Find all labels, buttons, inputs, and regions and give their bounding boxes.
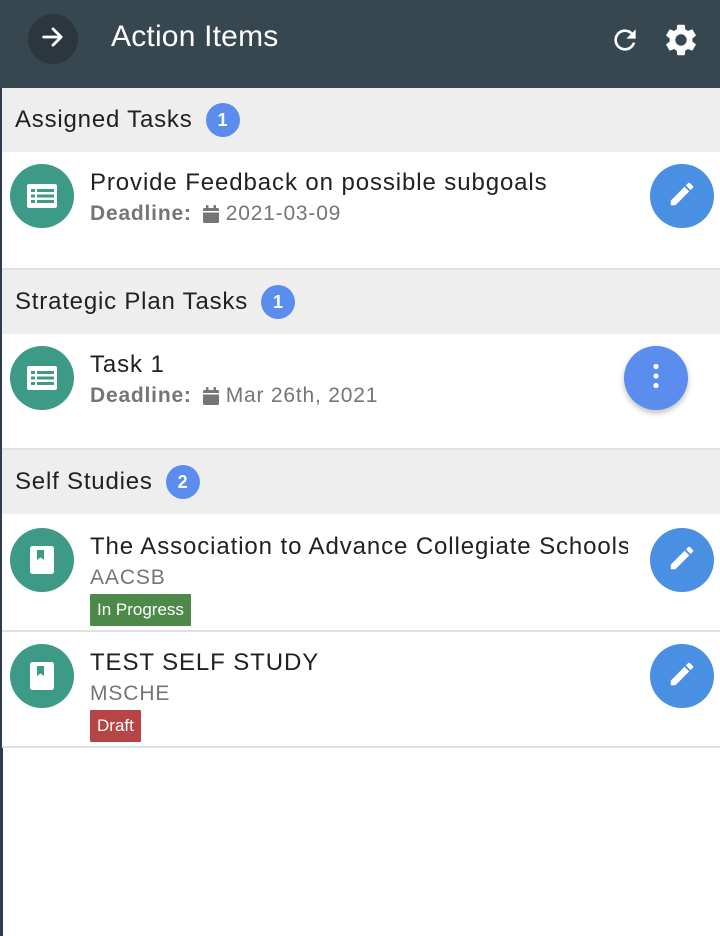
- section-header-self-studies: Self Studies 2: [2, 450, 720, 514]
- refresh-button[interactable]: [607, 24, 643, 60]
- item-subtitle: MSCHE: [90, 682, 171, 705]
- section-title: Self Studies: [15, 468, 153, 495]
- list-item[interactable]: Provide Feedback on possible subgoals De…: [2, 152, 720, 268]
- calendar-icon: [202, 204, 220, 224]
- list-item[interactable]: Task 1 Deadline: Mar 26th, 2021: [2, 334, 720, 448]
- pencil-icon: [667, 543, 697, 578]
- item-title: TEST SELF STUDY: [90, 649, 320, 676]
- section-header-assigned-tasks: Assigned Tasks 1: [2, 88, 720, 152]
- more-options-button[interactable]: [624, 346, 688, 410]
- list-icon: [10, 164, 74, 228]
- gear-icon: [662, 21, 700, 64]
- edit-button[interactable]: [650, 528, 714, 592]
- status-badge: Draft: [90, 710, 141, 742]
- deadline-label: Deadline:: [90, 202, 192, 225]
- item-title: The Association to Advance Collegiate Sc…: [90, 533, 628, 560]
- item-title: Task 1: [90, 351, 165, 378]
- count-badge: 1: [205, 103, 240, 137]
- item-title: Provide Feedback on possible subgoals: [90, 169, 548, 196]
- back-button[interactable]: [28, 14, 78, 64]
- status-badge: In Progress: [90, 594, 191, 626]
- divider: [2, 746, 720, 748]
- list-item[interactable]: The Association to Advance Collegiate Sc…: [2, 514, 720, 630]
- section-title: Strategic Plan Tasks: [15, 288, 248, 315]
- settings-button[interactable]: [661, 22, 701, 62]
- book-icon: [10, 644, 74, 708]
- book-icon: [10, 528, 74, 592]
- more-vertical-icon: [652, 363, 660, 394]
- list-item[interactable]: TEST SELF STUDY MSCHE Draft: [2, 632, 720, 746]
- deadline: Deadline: 2021-03-09: [90, 202, 341, 226]
- pencil-icon: [667, 659, 697, 694]
- refresh-icon: [609, 24, 641, 61]
- edit-button[interactable]: [650, 644, 714, 708]
- count-badge: 1: [261, 285, 295, 319]
- list-icon: [10, 346, 74, 410]
- deadline-value: 2021-03-09: [225, 202, 342, 225]
- item-subtitle: AACSB: [90, 566, 166, 589]
- count-badge: 2: [165, 465, 200, 499]
- arrow-right-icon: [39, 23, 67, 56]
- deadline-label: Deadline:: [90, 384, 192, 407]
- section-title: Assigned Tasks: [15, 106, 193, 133]
- page-title: Action Items: [111, 20, 279, 53]
- deadline-value: Mar 26th, 2021: [225, 384, 379, 407]
- app-header: Action Items: [0, 0, 720, 88]
- calendar-icon: [202, 386, 220, 406]
- deadline: Deadline: Mar 26th, 2021: [90, 384, 378, 408]
- section-header-strategic-plan-tasks: Strategic Plan Tasks 1: [2, 270, 720, 334]
- edit-button[interactable]: [650, 164, 714, 228]
- pencil-icon: [667, 179, 697, 214]
